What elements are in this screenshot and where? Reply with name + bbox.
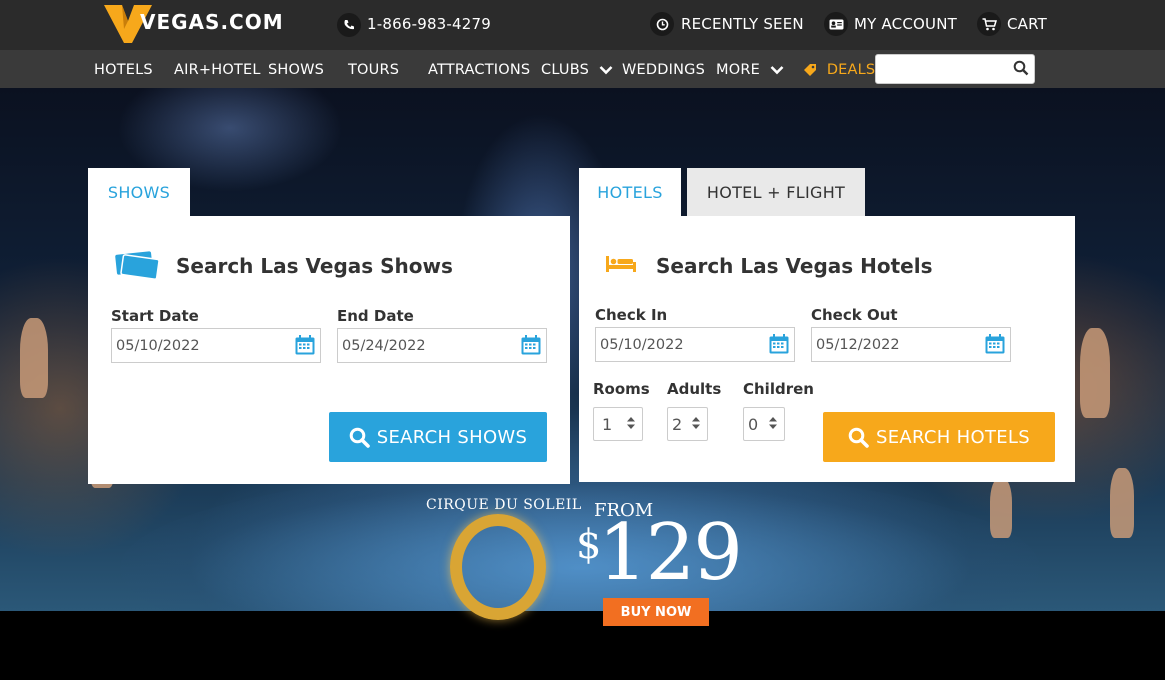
check-in-input[interactable]: [596, 328, 764, 361]
promo-o-logo: [450, 514, 546, 620]
bed-icon: [606, 256, 636, 272]
clock-icon: [650, 12, 674, 36]
adults-label: Adults: [667, 380, 722, 398]
search-shows-label: SEARCH SHOWS: [376, 426, 528, 448]
top-bar: VEGAS.COM 1-866-983-4279 RECENTLY SEEN M…: [0, 0, 1165, 50]
cart-link[interactable]: CART: [1007, 15, 1047, 33]
nav-more[interactable]: MORE: [716, 62, 784, 78]
tab-hotel-flight[interactable]: HOTEL + FLIGHT: [687, 168, 865, 216]
nav-shows[interactable]: SHOWS: [268, 62, 324, 78]
vegas-logo[interactable]: VEGAS.COM: [104, 3, 304, 45]
search-icon[interactable]: [1013, 60, 1029, 76]
search-icon: [848, 427, 869, 448]
hotels-search-panel: Search Las Vegas Hotels Check In Check O…: [579, 216, 1075, 482]
calendar-icon[interactable]: [294, 334, 316, 356]
rooms-value: 1: [602, 415, 613, 434]
end-date-label: End Date: [337, 307, 414, 325]
check-out-label: Check Out: [811, 306, 898, 324]
recently-seen-link[interactable]: RECENTLY SEEN: [681, 15, 804, 33]
nav-weddings[interactable]: WEDDINGS: [622, 62, 705, 78]
adults-select[interactable]: 2: [667, 407, 708, 441]
rooms-label: Rooms: [593, 380, 650, 398]
tickets-icon: [115, 251, 160, 280]
tag-icon: [804, 64, 816, 76]
adults-value: 2: [672, 415, 683, 434]
shows-panel-title: Search Las Vegas Shows: [176, 254, 453, 278]
search-shows-button[interactable]: SEARCH SHOWS: [329, 412, 547, 462]
promo-brand-text: CIRQUE DU SOLEIL: [426, 497, 582, 513]
performer-figure: [1110, 468, 1134, 538]
search-icon: [349, 427, 370, 448]
site-search: [875, 54, 1035, 84]
my-account-link[interactable]: MY ACCOUNT: [854, 15, 957, 33]
calendar-icon[interactable]: [520, 334, 542, 356]
performer-figure: [20, 318, 48, 398]
nav-clubs[interactable]: CLUBS: [541, 62, 613, 78]
children-label: Children: [743, 380, 814, 398]
check-in-label: Check In: [595, 306, 668, 324]
select-arrows-icon: [627, 417, 635, 429]
search-hotels-label: SEARCH HOTELS: [876, 426, 1030, 448]
nav-tours[interactable]: TOURS: [348, 62, 399, 78]
nav-deals-label: DEALS: [826, 62, 876, 78]
performer-figure: [1080, 328, 1110, 418]
performer-figure: [990, 478, 1012, 538]
calendar-icon[interactable]: [768, 333, 790, 355]
start-date-field: [111, 328, 321, 363]
search-hotels-button[interactable]: SEARCH HOTELS: [823, 412, 1055, 462]
select-arrows-icon: [769, 417, 777, 429]
end-date-input[interactable]: [338, 329, 516, 362]
children-value: 0: [748, 415, 759, 434]
cart-icon: [977, 12, 1001, 36]
tab-shows[interactable]: SHOWS: [88, 168, 190, 216]
nav-attractions[interactable]: ATTRACTIONS: [428, 62, 530, 78]
buy-now-button[interactable]: BUY NOW: [603, 598, 709, 626]
rooms-select[interactable]: 1: [593, 407, 643, 441]
nav-deals[interactable]: DEALS: [803, 62, 875, 78]
nav-hotels[interactable]: HOTELS: [94, 62, 153, 78]
calendar-icon[interactable]: [984, 333, 1006, 355]
main-nav: HOTELS AIR+HOTEL SHOWS TOURS ATTRACTIONS…: [0, 50, 1165, 88]
tab-hotels[interactable]: HOTELS: [579, 168, 681, 216]
end-date-field: [337, 328, 547, 363]
check-in-field: [595, 327, 795, 362]
chevron-down-icon: [599, 66, 613, 75]
hotels-panel-title: Search Las Vegas Hotels: [656, 254, 933, 278]
check-out-input[interactable]: [812, 328, 980, 361]
search-input[interactable]: [876, 55, 1008, 83]
nav-more-label: MORE: [716, 62, 760, 78]
start-date-label: Start Date: [111, 307, 199, 325]
account-card-icon: [824, 12, 848, 36]
promo-price: 129: [598, 508, 743, 598]
nav-clubs-label: CLUBS: [541, 62, 589, 78]
phone-icon: [337, 13, 361, 37]
logo-text: VEGAS.COM: [140, 10, 284, 34]
start-date-input[interactable]: [112, 329, 290, 362]
nav-air-hotel[interactable]: AIR+HOTEL: [174, 62, 261, 78]
phone-number-link[interactable]: 1-866-983-4279: [367, 15, 491, 33]
chevron-down-icon: [770, 66, 784, 75]
select-arrows-icon: [692, 417, 700, 429]
children-select[interactable]: 0: [743, 407, 785, 441]
shows-search-panel: Search Las Vegas Shows Start Date End Da…: [88, 216, 570, 484]
check-out-field: [811, 327, 1011, 362]
